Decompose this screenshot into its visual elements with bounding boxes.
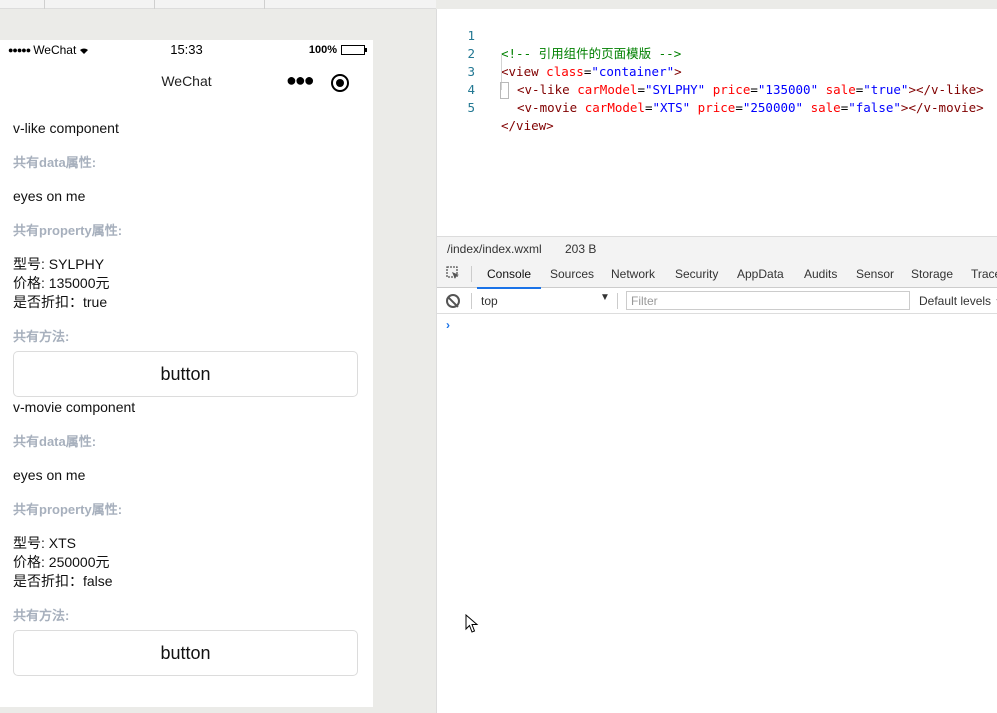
tab-console[interactable]: Console: [476, 267, 542, 289]
toolbar-divider: [471, 266, 472, 282]
tab-separator: [44, 0, 45, 9]
code-value: "250000": [742, 100, 804, 115]
method-section-label: 共有方法:: [13, 329, 70, 344]
close-capsule-icon[interactable]: [331, 74, 349, 92]
data-value: eyes on me: [13, 188, 86, 204]
log-levels-label: Default levels: [919, 294, 992, 308]
code-attr: carModel: [584, 100, 645, 115]
filter-input[interactable]: [626, 291, 910, 310]
code-line: 4 <v-movie carModel="XTS" price="250000"…: [437, 63, 983, 115]
toolbar-divider: [617, 293, 618, 309]
code-editor[interactable]: 1 <!-- 引用组件的页面模版 --> 2 <view class="cont…: [436, 9, 997, 236]
car-model: 型号: SYLPHY: [13, 256, 105, 272]
bracket-match-highlight: [500, 82, 509, 99]
code-tag: <v-movie: [517, 100, 578, 115]
mouse-pointer-icon: [465, 614, 479, 633]
component-title: v-like component: [13, 120, 119, 136]
tab-trace[interactable]: Trace: [971, 267, 997, 281]
code-attr: class: [546, 64, 584, 79]
car-price: 价格: 135000元: [13, 275, 110, 291]
clear-console-icon[interactable]: [446, 294, 460, 308]
editor-tab-strip: [0, 0, 436, 9]
devtools-tabs: Console Sources Network Security AppData…: [437, 260, 997, 289]
code-tag: ></v-movie>: [900, 100, 984, 115]
file-size: 203 B: [565, 242, 597, 256]
data-section-label: 共有data属性:: [13, 434, 97, 449]
property-section-label: 共有property属性:: [13, 502, 123, 517]
nav-title: WeChat: [161, 73, 212, 89]
line-number: 5: [467, 100, 475, 115]
code-line: 2 <view class="container">: [437, 27, 681, 79]
code-value: "container": [591, 64, 675, 79]
toolbar-divider: [471, 293, 472, 309]
file-info-bar: /index/index.wxml 203 B: [436, 236, 997, 260]
tab-audits[interactable]: Audits: [804, 267, 837, 281]
code-tag: ></v-like>: [908, 82, 984, 97]
code-value: "XTS": [652, 100, 691, 115]
tab-network[interactable]: Network: [611, 267, 655, 281]
code-value: "false": [848, 100, 901, 115]
property-section-label: 共有property属性:: [13, 223, 123, 238]
code-value: "135000": [757, 82, 819, 97]
battery-icon: [341, 45, 367, 55]
data-value: eyes on me: [13, 467, 86, 483]
code-tag: </view>: [501, 118, 554, 133]
page-content: v-like component 共有data属性: eyes on me 共有…: [0, 103, 373, 676]
car-sale: 是否折扣：true: [13, 294, 108, 310]
code-attr: carModel: [577, 82, 638, 97]
status-bar: ●●●●● WeChat 15:33 100%: [0, 40, 373, 60]
context-selector[interactable]: top: [481, 294, 498, 308]
code-tag: >: [674, 64, 682, 79]
method-section-label: 共有方法:: [13, 608, 70, 623]
devtools-panel: Console Sources Network Security AppData…: [436, 260, 997, 713]
code-line: 5 </view>: [437, 81, 553, 133]
component-button[interactable]: button: [13, 351, 358, 397]
car-model: 型号: XTS: [13, 535, 77, 551]
tab-storage[interactable]: Storage: [911, 267, 953, 281]
inspect-element-icon[interactable]: [446, 266, 460, 280]
code-attr: sale: [825, 82, 856, 97]
car-sale: 是否折扣：false: [13, 573, 113, 589]
tab-sources[interactable]: Sources: [550, 267, 594, 281]
code-value: "true": [863, 82, 909, 97]
component-title: v-movie component: [13, 399, 136, 415]
code-value: "SYLPHY": [644, 82, 706, 97]
code-tag: <v-like: [517, 82, 570, 97]
console-prompt[interactable]: ›: [446, 318, 450, 332]
dropdown-arrow-icon[interactable]: ▼: [600, 292, 610, 303]
console-toolbar: top ▼ Default levels ▼: [437, 288, 997, 314]
tab-separator: [154, 0, 155, 9]
tab-security[interactable]: Security: [675, 267, 718, 281]
more-icon[interactable]: ●●●: [286, 70, 315, 91]
code-line: 3 <v-like carModel="SYLPHY" price="13500…: [437, 45, 983, 97]
tab-separator: [264, 0, 265, 9]
code-tag: <view: [501, 64, 539, 79]
phone-simulator: ●●●●● WeChat 15:33 100% WeChat ●●● v-lik…: [0, 40, 373, 707]
component-button[interactable]: button: [13, 630, 358, 676]
nav-bar: WeChat ●●●: [0, 60, 373, 103]
tab-sensor[interactable]: Sensor: [856, 267, 894, 281]
log-levels-selector[interactable]: Default levels ▼: [919, 294, 997, 308]
code-attr: price: [697, 100, 736, 115]
code-comment: <!-- 引用组件的页面模版 -->: [501, 46, 682, 61]
battery-percent: 100%: [308, 44, 337, 56]
code-attr: sale: [810, 100, 841, 115]
code-attr: price: [712, 82, 751, 97]
file-path: /index/index.wxml: [447, 242, 542, 256]
data-section-label: 共有data属性:: [13, 155, 97, 170]
car-price: 价格: 250000元: [13, 554, 110, 570]
code-line: 1 <!-- 引用组件的页面模版 -->: [437, 9, 681, 61]
tab-appdata[interactable]: AppData: [737, 267, 784, 281]
